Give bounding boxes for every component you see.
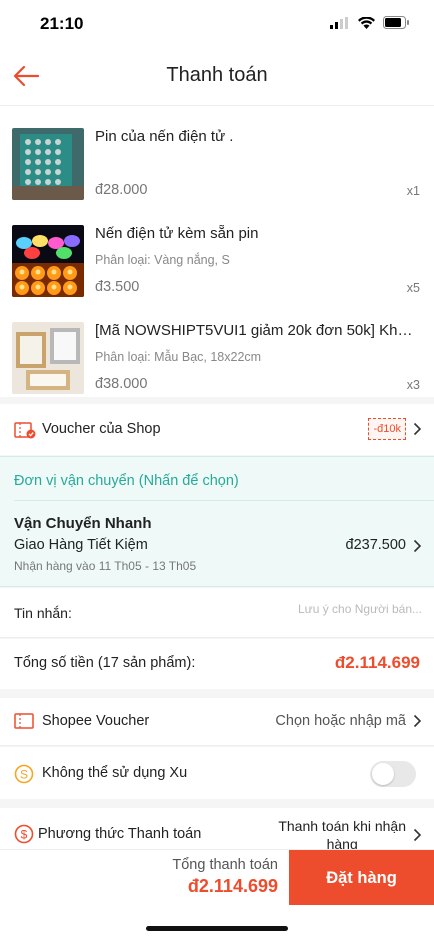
home-indicator-bar	[0, 905, 434, 940]
payment-method-label: Phương thức Thanh toán	[38, 826, 202, 842]
product-price: đ38.000	[95, 376, 148, 392]
shipping-title: Đơn vị vận chuyển (Nhấn để chọn)	[14, 473, 239, 489]
wifi-icon	[358, 16, 375, 29]
chevron-right-icon	[413, 714, 422, 728]
shipping-section[interactable]: Đơn vị vận chuyển (Nhấn để chọn) Vận Chu…	[0, 456, 434, 587]
status-icons	[330, 16, 410, 29]
product-quantity: x1	[406, 184, 420, 198]
payment-value-line1: Thanh toán khi nhận	[278, 818, 406, 834]
product-name: Nến điện tử kèm sẵn pin	[95, 225, 259, 242]
voucher-icon	[14, 713, 34, 729]
coins-label: Không thể sử dụng Xu	[42, 765, 188, 781]
signal-icon	[330, 16, 348, 29]
svg-text:S: S	[20, 768, 28, 782]
status-bar: 21:10	[0, 0, 434, 46]
chevron-right-icon	[413, 828, 422, 842]
message-input[interactable]	[232, 602, 422, 616]
message-label: Tin nhắn:	[14, 605, 72, 621]
product-list: Pin của nến điện tử . đ28.000 x1 Nến điệ…	[0, 106, 434, 397]
product-name: Pin của nến điện tử .	[95, 128, 234, 145]
battery-icon	[383, 16, 409, 29]
toggle-knob	[372, 763, 394, 785]
chevron-right-icon	[413, 422, 422, 436]
payment-method-row[interactable]: $ Phương thức Thanh toán Thanh toán khi …	[0, 808, 434, 853]
product-item[interactable]: Pin của nến điện tử . đ28.000 x1	[0, 106, 434, 203]
message-row: Tin nhắn:	[0, 588, 434, 638]
product-image-candles	[12, 225, 84, 297]
total-payment-value: đ2.114.699	[187, 876, 278, 896]
shopee-voucher-label: Shopee Voucher	[42, 713, 150, 729]
checkout-bar: Tổng thanh toán đ2.114.699 Đặt hàng	[0, 849, 434, 906]
status-time: 21:10	[40, 14, 84, 33]
coins-row: S Không thể sử dụng Xu	[0, 747, 434, 799]
shop-voucher-label: Voucher của Shop	[42, 421, 161, 437]
svg-text:$: $	[21, 828, 28, 842]
shopee-voucher-row[interactable]: Shopee Voucher Chọn hoặc nhập mã	[0, 698, 434, 746]
order-total-label: Tổng số tiền (17 sản phẩm):	[14, 655, 196, 671]
product-image-battery	[12, 128, 84, 200]
coins-toggle[interactable]	[370, 761, 416, 787]
product-variant: Phân loại: Mẫu Bạc, 18x22cm	[95, 350, 262, 364]
shipping-carrier: Giao Hàng Tiết Kiệm	[14, 537, 148, 553]
product-price: đ28.000	[95, 182, 148, 198]
product-item[interactable]: Nến điện tử kèm sẵn pin Phân loại: Vàng …	[0, 203, 434, 300]
coin-icon: S	[14, 764, 34, 784]
divider	[14, 500, 434, 501]
shipping-fee: đ237.500	[345, 537, 406, 553]
product-name: [Mã NOWSHIPT5VUI1 giảm 20k đơn 50k] Khun…	[95, 322, 420, 339]
voucher-ticket-icon	[14, 422, 36, 439]
page-title: Thanh toán	[166, 64, 268, 86]
page-header: Thanh toán	[0, 46, 434, 106]
home-indicator[interactable]	[146, 926, 288, 931]
shop-voucher-badge: -đ10k	[368, 418, 406, 440]
product-price: đ3.500	[95, 279, 140, 295]
delivery-date: Nhận hàng vào 11 Th05 - 13 Th05	[14, 559, 197, 573]
payment-icon: $	[14, 824, 34, 844]
order-total-value: đ2.114.699	[334, 653, 420, 672]
product-item[interactable]: [Mã NOWSHIPT5VUI1 giảm 20k đơn 50k] Khun…	[0, 300, 434, 397]
product-quantity: x5	[406, 281, 420, 295]
shopee-voucher-action: Chọn hoặc nhập mã	[275, 713, 406, 729]
order-total-row: Tổng số tiền (17 sản phẩm): đ2.114.699	[0, 639, 434, 689]
shipping-method: Vận Chuyển Nhanh	[14, 515, 152, 532]
chevron-right-icon	[413, 539, 422, 553]
product-image-photo-frame	[12, 322, 84, 394]
shop-voucher-row[interactable]: Voucher của Shop -đ10k	[0, 404, 434, 455]
product-quantity: x3	[406, 378, 420, 392]
product-variant: Phân loại: Vàng nắng, S	[95, 253, 230, 267]
total-payment-label: Tổng thanh toán	[172, 857, 278, 873]
place-order-button[interactable]: Đặt hàng	[289, 850, 434, 906]
payment-method-value: Thanh toán khi nhận hàng	[278, 817, 406, 853]
